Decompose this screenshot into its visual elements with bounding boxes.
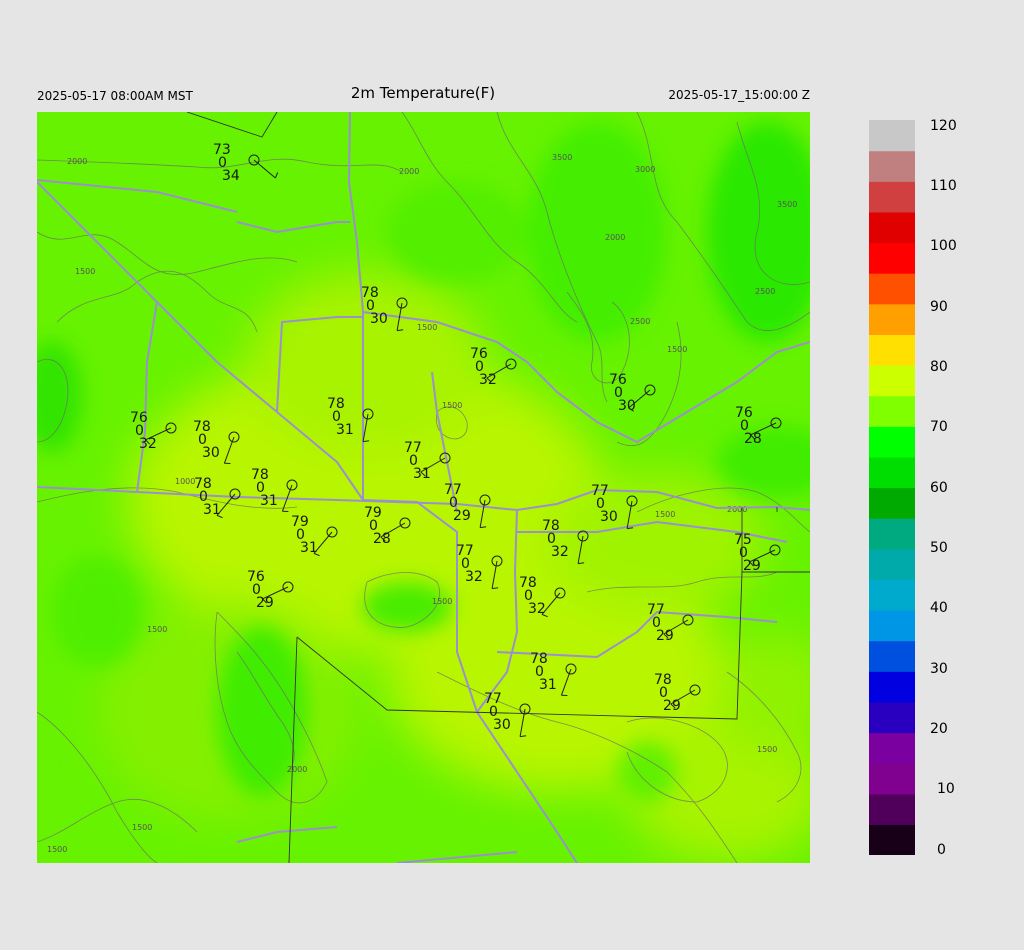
colorbar-segment	[869, 426, 915, 458]
station-dewpoint: 34	[222, 168, 240, 184]
colorbar-segment	[869, 303, 915, 335]
colorbar-tick-label: 100	[930, 238, 957, 254]
contour-label: 1000	[175, 477, 195, 486]
colorbar-segment	[869, 150, 915, 182]
colorbar-segment	[869, 701, 915, 734]
contour-label: 2000	[67, 157, 87, 166]
station-dewpoint: 29	[256, 595, 274, 611]
contour-label: 1500	[47, 845, 67, 854]
colorbar-segment	[869, 211, 915, 244]
colorbar-segment	[869, 456, 915, 489]
station-dewpoint: 30	[370, 311, 388, 327]
contour-label: 2500	[755, 287, 775, 296]
station-dewpoint: 32	[465, 569, 483, 585]
station-dewpoint: 30	[600, 509, 618, 525]
station-dewpoint: 32	[551, 544, 569, 560]
station-dewpoint: 29	[663, 698, 681, 714]
contour-label: 2000	[287, 765, 307, 774]
valid-time-utc: 2025-05-17_15:00:00 Z	[668, 88, 810, 102]
colorbar-segment	[869, 824, 915, 856]
colorbar-segment	[869, 395, 915, 427]
contour-label: 3500	[552, 153, 572, 162]
station-dewpoint: 28	[373, 531, 391, 547]
contour-label: 1500	[417, 323, 437, 332]
colorbar-tick-label: 90	[930, 299, 948, 315]
colorbar-tick-label: 60	[930, 480, 948, 496]
contour-label: 2000	[727, 505, 747, 514]
colorbar-tick-label: 120	[930, 118, 957, 134]
contour-label: 1500	[432, 597, 452, 606]
station-dewpoint: 30	[202, 445, 220, 461]
station-dewpoint: 32	[479, 372, 497, 388]
colorbar-segment	[869, 242, 915, 274]
colorbar-segment	[869, 793, 915, 825]
colorbar-segment	[869, 181, 915, 213]
temperature-map: 2000 1500 2000 3500 3000 2000 3500 2500 …	[37, 112, 810, 863]
colorbar-segment	[869, 579, 915, 611]
temperature-colorbar	[869, 120, 915, 856]
contour-label: 1500	[655, 510, 675, 519]
station-dewpoint: 29	[743, 558, 761, 574]
colorbar-tick-label: 0	[937, 842, 946, 858]
colorbar-segment	[869, 763, 915, 795]
temperature-field	[37, 112, 810, 863]
colorbar-tick-label: 70	[930, 419, 948, 435]
station-dewpoint: 31	[203, 502, 221, 518]
station-dewpoint: 28	[744, 431, 762, 447]
colorbar-segment	[869, 273, 915, 305]
colorbar-tick-label: 20	[930, 721, 948, 737]
colorbar-tick-label: 80	[930, 359, 948, 375]
station-dewpoint: 30	[493, 717, 511, 733]
contour-label: 1500	[757, 745, 777, 754]
station-dewpoint: 32	[139, 436, 157, 452]
colorbar-tick-label: 30	[930, 661, 948, 677]
station-dewpoint: 31	[413, 466, 431, 482]
station-dewpoint: 30	[618, 398, 636, 414]
colorbar-tick-label: 10	[937, 781, 955, 797]
contour-label: 1500	[75, 267, 95, 276]
contour-label: 3500	[777, 200, 797, 209]
contour-label: 2000	[605, 233, 625, 242]
contour-label: 1500	[132, 823, 152, 832]
contour-label: 1500	[442, 401, 462, 410]
colorbar-tick-label: 40	[930, 600, 948, 616]
station-dewpoint: 29	[453, 508, 471, 524]
contour-label: 2500	[630, 317, 650, 326]
colorbar-segment	[869, 610, 915, 642]
colorbar-segment	[869, 732, 915, 764]
colorbar-tick-label: 50	[930, 540, 948, 556]
colorbar-segment	[869, 548, 915, 580]
contour-label: 2000	[399, 167, 419, 176]
colorbar-segment	[869, 640, 915, 672]
colorbar-segment	[869, 518, 915, 550]
station-dewpoint: 32	[528, 601, 546, 617]
station-dewpoint: 31	[260, 493, 278, 509]
station-dewpoint: 31	[539, 677, 557, 693]
colorbar-segment	[869, 487, 915, 519]
station-dewpoint: 29	[656, 628, 674, 644]
colorbar-segment	[869, 365, 915, 397]
contour-label: 1500	[667, 345, 687, 354]
colorbar-tick-label: 110	[930, 178, 957, 194]
station-dewpoint: 31	[336, 422, 354, 438]
contour-label: 1500	[147, 625, 167, 634]
colorbar-segment	[869, 334, 915, 366]
colorbar-segment	[869, 120, 915, 152]
station-dewpoint: 31	[300, 540, 318, 556]
colorbar-segment	[869, 671, 915, 703]
contour-label: 3000	[635, 165, 655, 174]
